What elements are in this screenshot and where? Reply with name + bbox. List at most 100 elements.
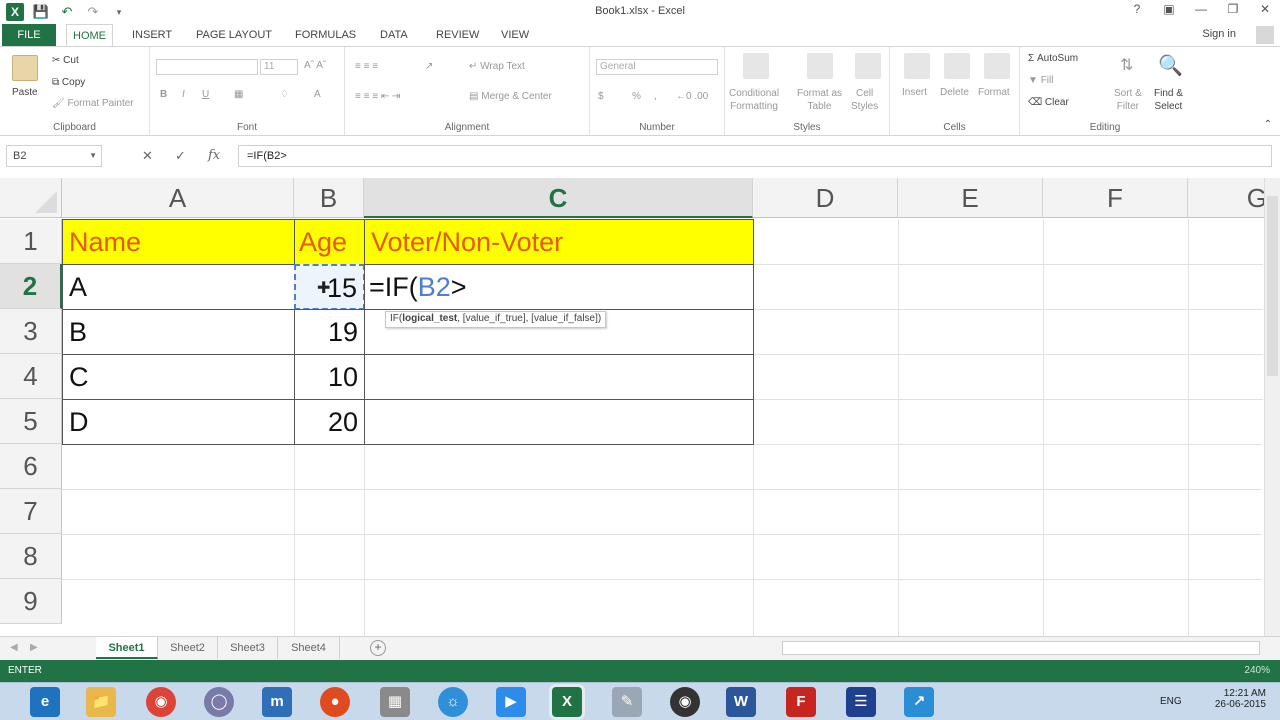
tool-icon[interactable]: ▦ bbox=[380, 687, 410, 717]
row-header-9[interactable]: 9 bbox=[0, 579, 62, 624]
sheet-tab-2[interactable]: Sheet2 bbox=[158, 637, 218, 659]
cell-b1[interactable]: Age bbox=[294, 219, 365, 265]
column-header-e[interactable]: E bbox=[898, 178, 1043, 218]
number-format-field[interactable]: General bbox=[596, 59, 718, 75]
insert-cells-icon[interactable] bbox=[904, 53, 930, 79]
tooltip-current-arg[interactable]: logical_test bbox=[402, 313, 457, 324]
format-as-table-button[interactable]: Format as Table bbox=[797, 87, 842, 113]
font-name-field[interactable] bbox=[156, 59, 258, 75]
horizontal-scrollbar[interactable] bbox=[782, 641, 1260, 655]
tab-review[interactable]: REVIEW bbox=[430, 24, 485, 46]
row-header-1[interactable]: 1 bbox=[0, 219, 62, 264]
cell-c1[interactable]: Voter/Non-Voter bbox=[364, 219, 754, 265]
row-header-3[interactable]: 3 bbox=[0, 309, 62, 354]
formula-input[interactable]: =IF(B2> bbox=[238, 145, 1272, 167]
sort-filter-button[interactable]: Sort & Filter bbox=[1114, 87, 1142, 113]
decimal-icons[interactable]: ←0 .00 bbox=[676, 91, 708, 102]
cancel-formula-button[interactable]: ✕ bbox=[142, 148, 153, 164]
borders-icon[interactable]: ▦ bbox=[234, 89, 243, 100]
function-syntax-tooltip[interactable]: IF(logical_test, [value_if_true], [value… bbox=[385, 311, 607, 328]
book-app-icon[interactable]: ☰ bbox=[846, 687, 876, 717]
tab-home[interactable]: HOME bbox=[66, 24, 113, 46]
comma-icon[interactable]: , bbox=[654, 91, 657, 102]
fill-color-icon[interactable]: ♢ bbox=[280, 89, 289, 100]
cell-b4[interactable]: 10 bbox=[294, 354, 365, 400]
row-header-2[interactable]: 2 bbox=[0, 264, 62, 309]
scrollbar-thumb[interactable] bbox=[1267, 196, 1278, 376]
chrome-icon[interactable]: ◉ bbox=[146, 687, 176, 717]
insert-button[interactable]: Insert bbox=[902, 87, 927, 98]
excel-taskbar-icon[interactable]: X bbox=[552, 687, 582, 717]
paste-icon[interactable] bbox=[12, 55, 38, 81]
column-header-d[interactable]: D bbox=[753, 178, 898, 218]
new-sheet-button[interactable]: + bbox=[370, 640, 386, 656]
camera-icon[interactable]: ◉ bbox=[670, 687, 700, 717]
select-all-button[interactable] bbox=[0, 178, 62, 218]
sheet-tab-1[interactable]: Sheet1 bbox=[96, 637, 158, 659]
font-color-icon[interactable]: A bbox=[314, 89, 321, 100]
name-box-dropdown-icon[interactable]: ▼ bbox=[89, 146, 97, 166]
format-as-table-icon[interactable] bbox=[807, 53, 833, 79]
fill-button[interactable]: ▼ Fill bbox=[1028, 75, 1053, 86]
underline-button[interactable]: U bbox=[202, 89, 209, 100]
globe-icon[interactable]: ☼ bbox=[438, 687, 468, 717]
sheet-tab-4[interactable]: Sheet4 bbox=[278, 637, 340, 659]
cell-a2[interactable]: A bbox=[62, 264, 295, 310]
cell-styles-button[interactable]: Cell Styles bbox=[851, 87, 878, 113]
conditional-formatting-icon[interactable] bbox=[743, 53, 769, 79]
merge-center-button[interactable]: ▤ Merge & Center bbox=[469, 91, 552, 102]
cell-b3[interactable]: 19 bbox=[294, 309, 365, 355]
system-clock[interactable]: 12:21 AM 26-06-2015 bbox=[1215, 688, 1266, 710]
tab-data[interactable]: DATA bbox=[374, 24, 414, 46]
delete-button[interactable]: Delete bbox=[940, 87, 969, 98]
word-taskbar-icon[interactable]: W bbox=[726, 687, 756, 717]
cell-c2-editing[interactable]: =IF(B2> bbox=[364, 264, 754, 310]
grow-font-icon[interactable]: Aˆ Aˇ bbox=[304, 60, 326, 71]
currency-icon[interactable]: $ bbox=[598, 91, 604, 102]
worksheet-grid[interactable]: A B C D E F G 1 2 3 4 5 6 7 8 9 Name Age… bbox=[0, 176, 1280, 636]
vertical-scrollbar[interactable] bbox=[1264, 178, 1280, 636]
cell-c4[interactable] bbox=[364, 354, 754, 400]
cell-a1[interactable]: Name bbox=[62, 219, 295, 265]
app-icon[interactable]: ◯ bbox=[204, 687, 234, 717]
filezilla-icon[interactable]: F bbox=[786, 687, 816, 717]
language-indicator[interactable]: ENG bbox=[1160, 696, 1182, 707]
align-left-icons[interactable]: ≡ ≡ ≡ ⇤ ⇥ bbox=[355, 91, 400, 102]
insert-function-button[interactable]: fx bbox=[208, 148, 220, 163]
sheet-tab-3[interactable]: Sheet3 bbox=[218, 637, 278, 659]
help-icon[interactable]: ? bbox=[1128, 2, 1146, 16]
next-sheet-icon[interactable]: ▶ bbox=[30, 642, 38, 653]
close-button[interactable]: ✕ bbox=[1256, 2, 1274, 16]
column-header-f[interactable]: F bbox=[1043, 178, 1188, 218]
restore-button[interactable]: ❐ bbox=[1224, 2, 1242, 16]
tab-formulas[interactable]: FORMULAS bbox=[289, 24, 362, 46]
paste-button[interactable]: Paste bbox=[12, 87, 38, 98]
tab-file[interactable]: FILE bbox=[2, 24, 56, 46]
pen-app-icon[interactable]: ✎ bbox=[612, 687, 642, 717]
zoom-app-icon[interactable]: ▶ bbox=[496, 687, 526, 717]
collapse-ribbon-icon[interactable]: ⌃ bbox=[1264, 119, 1272, 130]
screen-recorder-icon[interactable]: m bbox=[262, 687, 292, 717]
minimize-button[interactable]: — bbox=[1192, 2, 1210, 16]
sign-in-link[interactable]: Sign in bbox=[1202, 28, 1236, 40]
copy-button[interactable]: ⧉ Copy bbox=[52, 77, 85, 88]
ribbon-display-icon[interactable]: ▣ bbox=[1160, 2, 1178, 16]
cell-styles-icon[interactable] bbox=[855, 53, 881, 79]
remote-app-icon[interactable]: ↗ bbox=[904, 687, 934, 717]
tab-page-layout[interactable]: PAGE LAYOUT bbox=[190, 24, 278, 46]
wrap-text-button[interactable]: ↵ Wrap Text bbox=[469, 61, 525, 72]
column-header-c[interactable]: C bbox=[364, 178, 753, 218]
cell-a3[interactable]: B bbox=[62, 309, 295, 355]
format-button[interactable]: Format bbox=[978, 87, 1010, 98]
prev-sheet-icon[interactable]: ◀ bbox=[10, 642, 18, 653]
row-header-7[interactable]: 7 bbox=[0, 489, 62, 534]
delete-cells-icon[interactable] bbox=[944, 53, 970, 79]
enter-formula-button[interactable]: ✓ bbox=[175, 148, 186, 164]
bold-button[interactable]: B bbox=[160, 89, 167, 100]
cell-a4[interactable]: C bbox=[62, 354, 295, 400]
clear-button[interactable]: ⌫ Clear bbox=[1028, 97, 1069, 108]
font-size-field[interactable]: 11 bbox=[260, 59, 298, 75]
row-header-4[interactable]: 4 bbox=[0, 354, 62, 399]
internet-explorer-icon[interactable]: e bbox=[30, 687, 60, 717]
tab-insert[interactable]: INSERT bbox=[126, 24, 178, 46]
